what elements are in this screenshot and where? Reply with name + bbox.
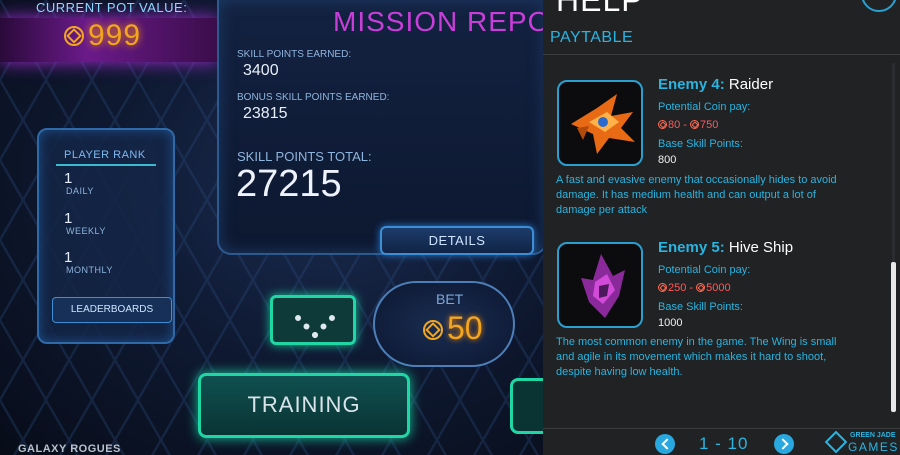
pot-value: 999	[62, 19, 141, 53]
chevron-left-icon[interactable]	[655, 434, 675, 454]
enemy-4-pay-min: 80	[668, 119, 681, 131]
bet-label: BET	[436, 291, 464, 307]
enemy-5-pay-max: 5000	[706, 282, 731, 294]
enemy-4-title: Raider	[728, 76, 774, 93]
enemy-4-skill-label: Base Skill Points:	[658, 138, 743, 150]
enemy-4-pay-range: 80 - 750	[658, 119, 718, 131]
enemy-5-pay-label: Potential Coin pay:	[658, 264, 751, 276]
tab-paytable[interactable]: PAYTABLE	[550, 29, 633, 47]
enemy-4-pay-max: 750	[700, 119, 719, 131]
pot-label: CURRENT POT VALUE:	[36, 0, 188, 15]
brand-name-bottom: GAMES	[848, 440, 899, 454]
enemy-5-pay-range: 250 - 5000	[658, 282, 731, 294]
skill-points-label: SKILL POINTS EARNED:	[237, 49, 352, 60]
weekly-rank-label: WEEKLY	[66, 226, 106, 236]
footer-divider	[543, 428, 900, 429]
help-panel: HELP PAYTABLE Enemy 4: Raider Potential …	[543, 0, 900, 455]
page-indicator: 1 - 10	[699, 434, 749, 453]
mission-title: MISSION REPO	[333, 6, 543, 37]
game-area: CURRENT POT VALUE: 999 MISSION REPO SKIL…	[0, 0, 543, 455]
monthly-rank-value: 1	[64, 249, 73, 266]
coin-icon	[423, 320, 443, 340]
leaderboards-button[interactable]: LEADERBOARDS	[52, 297, 172, 323]
daily-rank-value: 1	[64, 170, 73, 187]
enemy-5-skill-label: Base Skill Points:	[658, 301, 743, 313]
enemy-5-name: Enemy 5: Hive Ship	[658, 239, 793, 256]
rank-divider	[56, 164, 156, 166]
close-icon[interactable]	[861, 0, 897, 12]
total-points-label: SKILL POINTS TOTAL:	[237, 149, 372, 164]
coin-icon	[658, 283, 667, 292]
coin-icon	[696, 283, 706, 292]
weekly-rank-value: 1	[64, 210, 73, 227]
enemy-5-description: The most common enemy in the game. The W…	[556, 336, 837, 378]
enemy-4-description: A fast and evasive enemy that occasional…	[556, 174, 837, 216]
next-mode-button[interactable]	[510, 378, 543, 434]
monthly-rank-label: MONTHLY	[66, 265, 113, 275]
help-title: HELP	[556, 0, 644, 18]
coin-icon	[658, 120, 667, 129]
raider-image	[557, 80, 643, 166]
player-rank-title: PLAYER RANK	[64, 149, 146, 161]
enemy-4-skill-value: 800	[658, 154, 677, 166]
enemy-5-skill-value: 1000	[658, 317, 683, 329]
brand-name-top: GREEN JADE	[850, 432, 896, 439]
enemy-5-pay-min: 250	[668, 282, 687, 294]
game-name: GALAXY ROGUES	[18, 443, 121, 455]
training-button[interactable]: TRAINING	[198, 373, 410, 438]
enemy-4-number: Enemy 4:	[658, 76, 725, 93]
divider	[543, 54, 900, 55]
scrollbar-thumb[interactable]	[891, 262, 896, 412]
daily-rank-label: DAILY	[66, 186, 94, 196]
details-button[interactable]: DETAILS	[380, 226, 534, 255]
bet-value: 50	[447, 310, 483, 346]
total-points-value: 27215	[236, 163, 342, 205]
hive-ship-image	[557, 242, 643, 328]
mission-report-panel	[217, 0, 543, 255]
enemy-5-title: Hive Ship	[728, 239, 794, 256]
coin-icon	[690, 120, 700, 129]
enemy-5-number: Enemy 5:	[658, 239, 725, 256]
bonus-points-value: 23815	[243, 105, 288, 122]
skill-points-value: 3400	[243, 62, 279, 79]
brand-logo-icon	[824, 430, 848, 454]
chevron-right-icon[interactable]	[774, 434, 794, 454]
enemy-4-name: Enemy 4: Raider	[658, 76, 773, 93]
enemy-4-pay-label: Potential Coin pay:	[658, 101, 751, 113]
bonus-points-label: BONUS SKILL POINTS EARNED:	[237, 92, 390, 103]
pot-value-text: 999	[88, 19, 142, 52]
